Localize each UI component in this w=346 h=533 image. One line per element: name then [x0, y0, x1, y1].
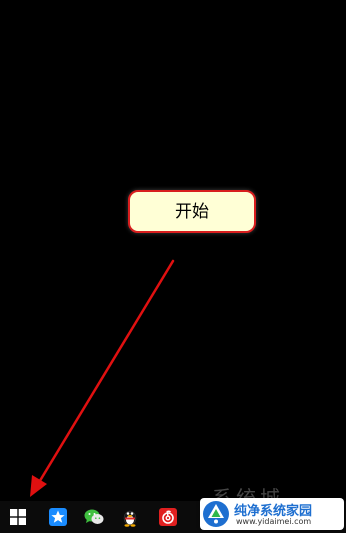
start-button[interactable]	[0, 501, 36, 533]
site-logo-icon	[203, 501, 229, 527]
netease-music-icon	[159, 508, 177, 526]
star-app-icon	[49, 508, 67, 526]
windows-start-icon	[10, 509, 26, 525]
callout-label: 开始	[175, 202, 209, 222]
qq-penguin-icon	[123, 510, 137, 527]
taskbar-app-netease-music[interactable]	[150, 501, 186, 533]
taskbar-app-wechat[interactable]	[76, 501, 112, 533]
wechat-icon	[84, 509, 104, 524]
taskbar-app-star[interactable]	[40, 501, 76, 533]
annotation-arrow	[30, 259, 175, 497]
watermark-url: www.yidaimei.com	[236, 517, 312, 526]
site-watermark: 系统城 纯净系统家园 www.yidaimei.com	[190, 482, 346, 533]
annotation-callout: 开始	[128, 190, 256, 233]
desktop-screen: 开始 纯净系统家园 www.yidaimei.com	[0, 0, 346, 533]
taskbar-app-qq[interactable]	[112, 501, 148, 533]
watermark-card: 纯净系统家园 www.yidaimei.com	[200, 498, 344, 530]
